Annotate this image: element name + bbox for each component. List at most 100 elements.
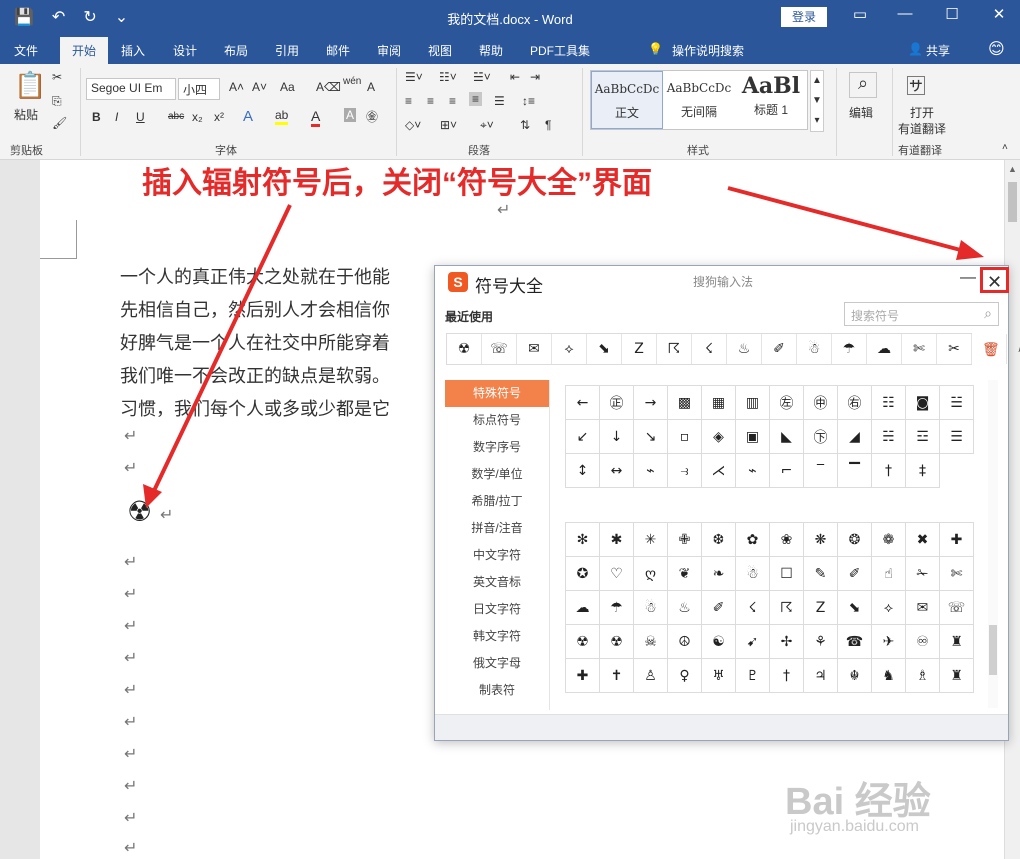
symbol-cell[interactable]: ⌁ [634,454,668,488]
symbol-cell[interactable]: ✖ [906,523,940,557]
symbol-cell[interactable]: Z [804,591,838,625]
symbol-cell[interactable]: ♗ [906,659,940,693]
symbol-search-input[interactable]: 搜索符号 ⌕ [844,302,999,326]
symbol-cell[interactable]: ✎ [804,557,838,591]
symbol-cell[interactable]: ☢ [600,625,634,659]
symbol-cell[interactable]: ☰ [940,420,974,454]
panel-minimize-icon[interactable]: — [960,269,976,287]
symbol-cell[interactable]: ✉ [906,591,940,625]
recent-symbol-cell[interactable]: ☃ [797,334,832,364]
symbol-cell[interactable]: ▫ [668,420,702,454]
symbol-cell[interactable]: ▔ [838,454,872,488]
symbol-cell[interactable]: ☐ [770,557,804,591]
symbol-cell[interactable]: ♇ [736,659,770,693]
symbol-cell[interactable]: ▥ [736,386,770,420]
symbol-cell[interactable]: ❆ [702,523,736,557]
recent-symbol-cell[interactable]: ✄ [902,334,937,364]
panel-scrollbar[interactable] [988,380,998,708]
category-item[interactable]: 韩文字符 [445,623,549,650]
category-item[interactable]: 数学/单位 [445,461,549,488]
symbol-cell[interactable]: ♜ [940,659,974,693]
symbol-cell[interactable]: ♡ [600,557,634,591]
symbol-cell[interactable]: ☎ [838,625,872,659]
symbol-cell[interactable]: ❂ [838,523,872,557]
symbol-cell[interactable]: † [872,454,906,488]
symbol-cell[interactable]: ❁ [872,523,906,557]
symbol-cell[interactable]: ☂ [600,591,634,625]
symbol-cell[interactable]: ☬ [838,659,872,693]
recent-symbol-cell[interactable]: ✐ [762,334,797,364]
symbol-cell[interactable]: ❀ [770,523,804,557]
recent-symbol-cell[interactable]: ♨ [727,334,762,364]
symbol-cell[interactable]: ✚ [566,659,600,693]
recent-symbol-cell[interactable]: ☈ [657,334,692,364]
category-item[interactable]: 俄文字母 [445,650,549,677]
recent-symbol-cell[interactable]: Z [622,334,657,364]
symbol-cell[interactable]: ♅ [702,659,736,693]
symbol-cell[interactable]: ☈ [770,591,804,625]
symbol-cell[interactable]: ✢ [770,625,804,659]
symbol-cell[interactable]: ◙ [906,386,940,420]
symbol-cell[interactable]: ㊥ [804,386,838,420]
recent-symbol-cell[interactable]: ☁ [867,334,902,364]
symbol-cell[interactable]: ✳ [634,523,668,557]
symbol-cell[interactable]: ⌐ [770,454,804,488]
symbol-cell[interactable]: ☢ [566,625,600,659]
symbol-cell[interactable]: ↘ [634,420,668,454]
recent-symbol-cell[interactable]: ☢ [447,334,482,364]
panel-close-button[interactable]: ✕ [980,267,1009,293]
symbol-cell[interactable]: ↓ [600,420,634,454]
symbol-cell[interactable]: ✿ [736,523,770,557]
symbol-cell[interactable]: ❧ [702,557,736,591]
symbol-cell[interactable]: ♜ [940,625,974,659]
symbol-cell[interactable]: ◈ [702,420,736,454]
symbol-cell[interactable]: ↙ [566,420,600,454]
category-item[interactable]: 中文字符 [445,542,549,569]
symbol-cell[interactable]: ☠ [634,625,668,659]
symbol-cell[interactable]: ㊣ [600,386,634,420]
symbol-cell[interactable]: ☱ [940,386,974,420]
symbol-cell[interactable]: ◣ [770,420,804,454]
symbol-cell[interactable]: ← [566,386,600,420]
recent-symbol-cell[interactable]: ✍ [1007,334,1020,364]
symbol-cell[interactable]: ☇ [736,591,770,625]
symbol-cell[interactable]: ✱ [600,523,634,557]
symbol-cell[interactable]: ⋌ [702,454,736,488]
category-item[interactable]: 希腊/拉丁 [445,488,549,515]
recent-symbol-cell[interactable]: ✂ [937,334,972,364]
category-item[interactable]: 特殊符号 [445,380,549,407]
trash-icon[interactable]: 🗑 [982,341,1000,358]
symbol-cell[interactable]: ✁ [906,557,940,591]
symbol-cell[interactable]: ✙ [668,523,702,557]
symbol-cell[interactable]: ▩ [668,386,702,420]
symbol-cell[interactable]: ♾ [906,625,940,659]
symbol-cell[interactable]: ☃ [736,557,770,591]
category-item[interactable]: 标点符号 [445,407,549,434]
category-item[interactable]: 日文字符 [445,596,549,623]
symbol-cell[interactable]: ✐ [838,557,872,591]
recent-symbol-cell[interactable]: ☇ [692,334,727,364]
symbol-cell[interactable]: ⬊ [838,591,872,625]
symbol-cell[interactable]: ☯ [702,625,736,659]
symbol-cell[interactable]: ☵ [872,420,906,454]
symbol-cell[interactable]: ☷ [872,386,906,420]
symbol-cell[interactable]: ✄ [940,557,974,591]
symbol-cell[interactable]: ⟡ [872,591,906,625]
symbol-cell[interactable]: ☃ [634,591,668,625]
symbol-cell[interactable]: † [770,659,804,693]
symbol-cell[interactable]: ↔ [600,454,634,488]
symbol-cell[interactable]: ‾ [804,454,838,488]
recent-symbol-cell[interactable]: ☏ [482,334,517,364]
category-item[interactable]: 制表符 [445,677,549,704]
symbol-cell[interactable]: ღ [634,557,668,591]
symbol-cell[interactable]: ㊦ [804,420,838,454]
panel-scroll-thumb[interactable] [989,625,997,675]
symbol-cell[interactable]: ㊧ [770,386,804,420]
symbol-cell[interactable]: ☮ [668,625,702,659]
symbol-cell[interactable]: ⥽ [668,454,702,488]
symbol-cell[interactable]: ➹ [736,625,770,659]
symbol-cell[interactable]: ☁ [566,591,600,625]
symbol-cell[interactable]: ✚ [940,523,974,557]
symbol-cell[interactable]: ✪ [566,557,600,591]
symbol-cell[interactable]: ❦ [668,557,702,591]
